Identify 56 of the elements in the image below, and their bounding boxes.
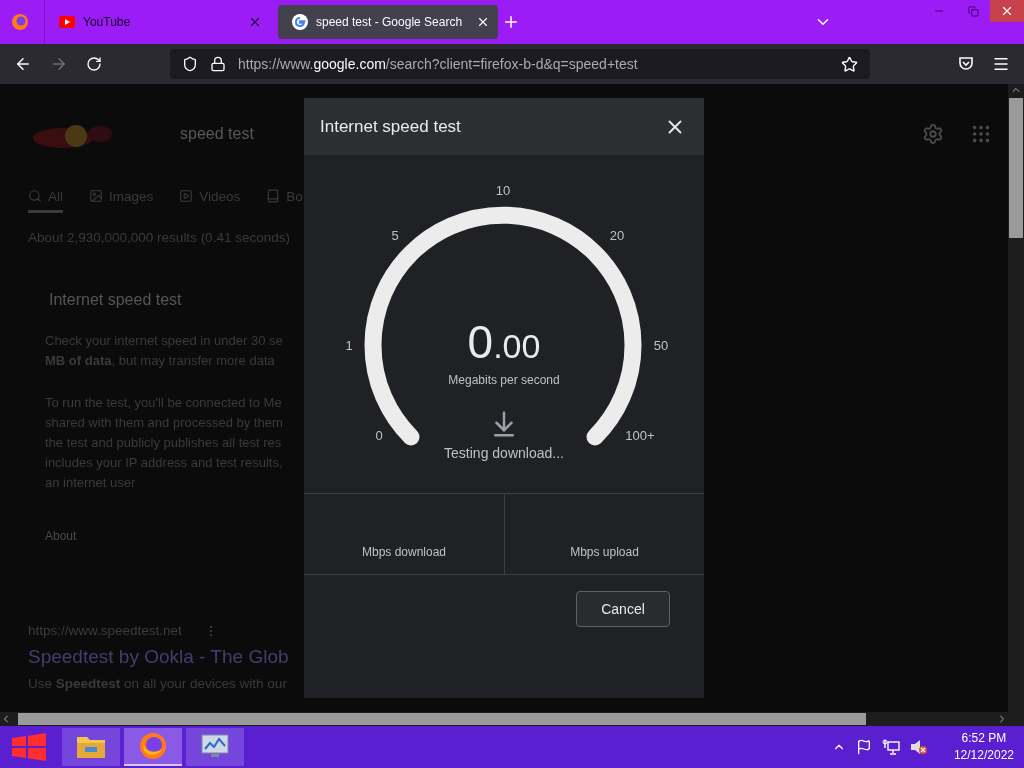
apps-grid-icon[interactable] <box>970 123 992 145</box>
scale-label: 10 <box>495 182 511 198</box>
about-link[interactable]: About <box>45 529 77 543</box>
settings-icon[interactable] <box>922 123 944 145</box>
result-label: Mbps download <box>360 544 448 561</box>
star-icon[interactable] <box>841 55 858 73</box>
result-title[interactable]: Speedtest by Ookla - The Glob <box>28 646 289 668</box>
image-icon <box>89 189 103 203</box>
taskbar-app[interactable] <box>186 728 244 766</box>
unit-label: Megabits per second <box>448 373 560 387</box>
close-icon[interactable] <box>1000 4 1014 18</box>
monitor-icon <box>200 733 230 759</box>
fox-logo-icon <box>139 732 167 760</box>
forward-icon[interactable] <box>50 55 68 73</box>
url-text: https://www.google.com/search?client=firefox-b-d&q=speed+test <box>238 56 639 72</box>
scale-label: 5 <box>391 227 399 243</box>
reload-icon[interactable] <box>86 56 102 72</box>
lock-icon <box>210 56 226 72</box>
new-tab-icon[interactable] <box>502 13 520 31</box>
shield-icon <box>182 56 198 72</box>
network-icon[interactable] <box>881 739 900 755</box>
restore-icon[interactable] <box>967 5 979 17</box>
close-icon[interactable] <box>476 15 490 29</box>
scale-label: 50 <box>653 337 669 353</box>
scale-label: 1 <box>345 337 353 353</box>
result-label: Mbps upload <box>504 494 704 574</box>
play-icon <box>59 16 75 28</box>
cancel-button[interactable]: Cancel <box>576 591 670 627</box>
scale-label: 20 <box>609 227 625 243</box>
card-title: Internet speed test <box>49 291 183 309</box>
browser-tab[interactable]: speed test - Google Search <box>278 5 498 39</box>
vertical-scrollbar[interactable] <box>1008 84 1024 712</box>
fox-logo-icon[interactable] <box>11 13 29 31</box>
video-icon <box>179 189 194 203</box>
dialog-title: Internet speed test <box>320 116 461 137</box>
pocket-icon[interactable] <box>958 56 974 72</box>
search-icon <box>28 189 42 203</box>
back-icon[interactable] <box>14 55 32 73</box>
address-bar[interactable]: https://www.google.com/search?client=firefox-b-d&q=speed+test <box>170 49 870 79</box>
scale-label: 100+ <box>625 427 655 443</box>
clock[interactable]: 6:52 PM 12/12/2022 <box>953 730 1014 764</box>
horizontal-scrollbar[interactable] <box>0 712 1024 726</box>
book-icon <box>266 189 281 203</box>
scroll-thumb[interactable] <box>18 713 866 725</box>
status-text: Testing download... <box>444 445 564 461</box>
taskbar-app[interactable] <box>124 728 182 766</box>
speed-value: 0.00 <box>467 315 541 369</box>
search-query: speed test <box>180 125 254 143</box>
g-logo-icon <box>292 14 308 30</box>
scale-label: 0 <box>375 427 383 443</box>
muted-speaker-icon[interactable] <box>909 739 928 755</box>
taskbar-app[interactable] <box>62 728 120 766</box>
flag-icon[interactable] <box>855 739 872 755</box>
scroll-thumb[interactable] <box>1009 98 1023 238</box>
close-window-button[interactable] <box>990 0 1024 22</box>
menu-icon[interactable] <box>992 55 1010 73</box>
